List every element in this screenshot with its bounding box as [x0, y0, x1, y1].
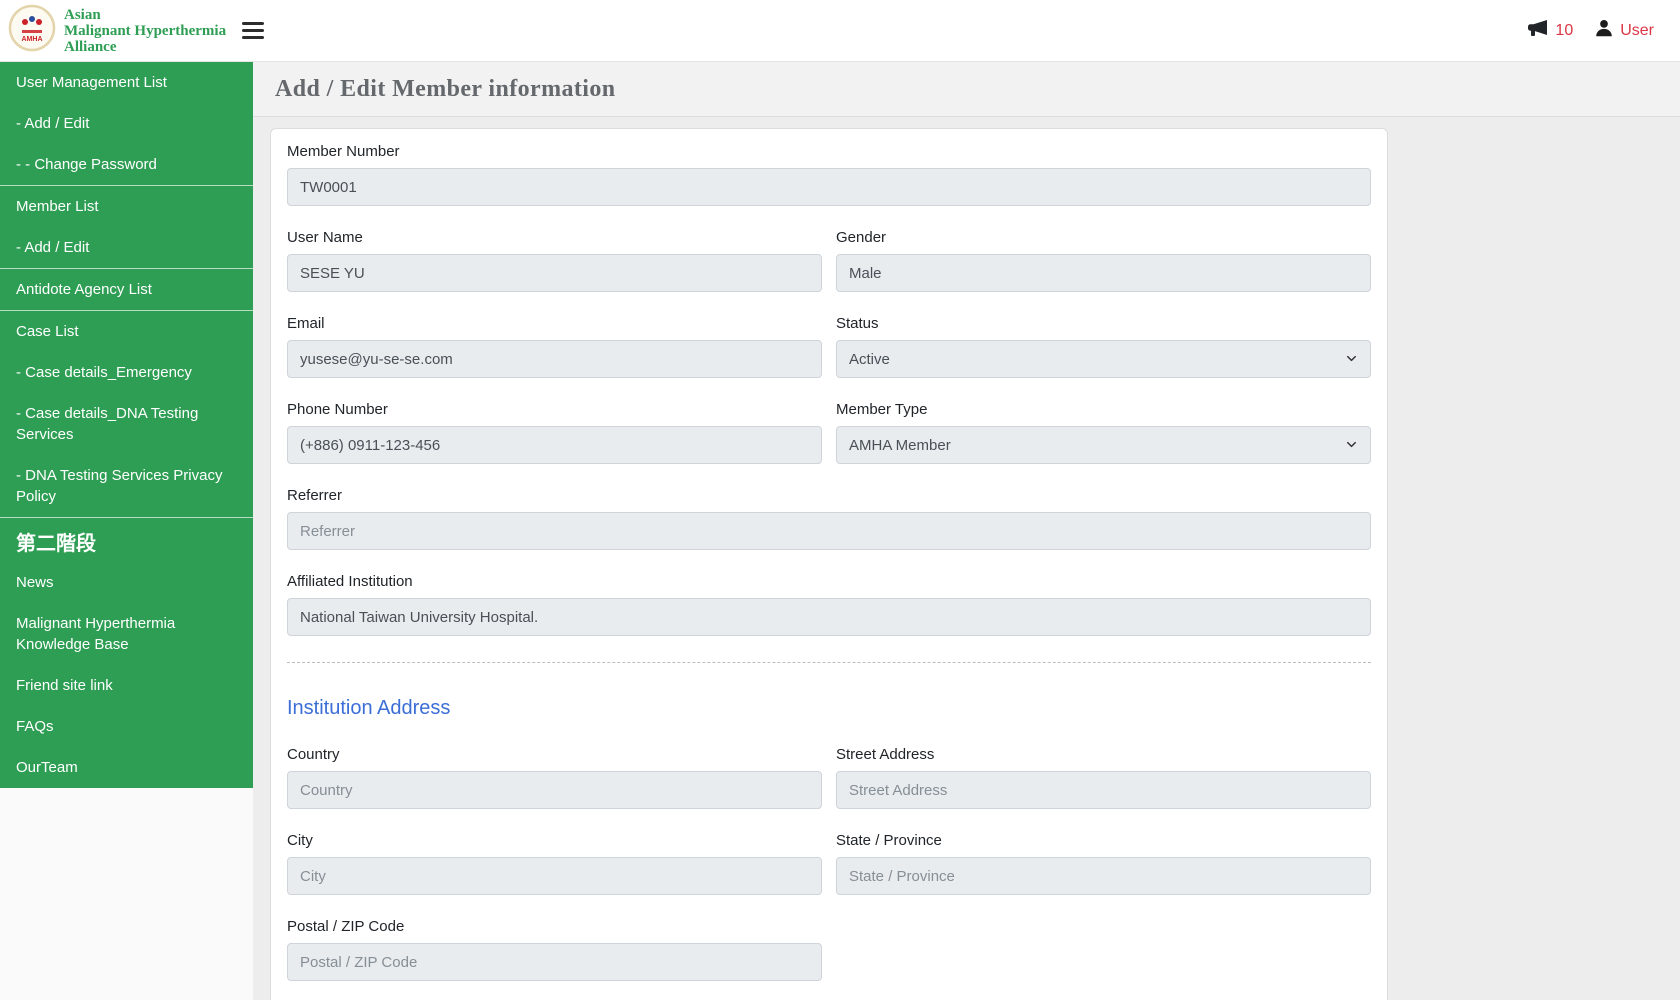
app-header: AMHA Asian Malignant Hyperthermia Allian…: [0, 0, 1680, 62]
phone-label: Phone Number: [287, 401, 388, 418]
notifications-button[interactable]: 10: [1526, 16, 1573, 45]
sidebar-item-ourteam[interactable]: OurTeam: [0, 747, 253, 788]
sidebar-item-case-details-dna-testing[interactable]: - Case details_DNA Testing Services: [0, 393, 253, 455]
member-form-card: Member Number User Name Gender Email Sta…: [270, 128, 1388, 1000]
gender-label: Gender: [836, 229, 887, 246]
sidebar-item-mh-knowledge-base[interactable]: Malignant Hyperthermia Knowledge Base: [0, 603, 253, 665]
sidebar-item-friend-site-link[interactable]: Friend site link: [0, 665, 253, 706]
sidebar-item-case-details-emergency[interactable]: - Case details_Emergency: [0, 352, 253, 393]
affiliated-institution-input[interactable]: [287, 598, 1371, 636]
field-gender: Gender: [836, 229, 1371, 292]
sidebar-item-user-management-list[interactable]: User Management List: [0, 62, 253, 103]
sidebar-item-change-password[interactable]: - - Change Password: [0, 144, 253, 185]
brand-logo-icon: AMHA: [8, 4, 56, 57]
megaphone-icon: [1526, 16, 1550, 45]
member-type-select[interactable]: AMHA Member: [836, 426, 1371, 464]
postal-zip-label: Postal / ZIP Code: [287, 918, 405, 935]
field-referrer: Referrer: [287, 487, 1371, 550]
brand-link[interactable]: AMHA Asian Malignant Hyperthermia Allian…: [0, 4, 226, 57]
sidebar-item-antidote-agency-list[interactable]: Antidote Agency List: [0, 269, 253, 310]
empty-column: [836, 918, 1371, 1000]
field-status: Status Active: [836, 315, 1371, 378]
country-input[interactable]: [287, 771, 822, 809]
brand-title: Asian Malignant Hyperthermia Alliance: [64, 6, 227, 55]
page-titlebar: Add / Edit Member information: [253, 62, 1680, 117]
street-address-label: Street Address: [836, 746, 935, 763]
user-name-label: User Name: [287, 229, 363, 246]
sidebar-section-phase2: 第二階段: [16, 533, 96, 555]
email-label: Email: [287, 315, 325, 332]
user-menu-label: User: [1620, 21, 1654, 39]
country-label: Country: [287, 746, 340, 763]
institution-address-heading: Institution Address: [287, 697, 451, 719]
field-postal-zip: Postal / ZIP Code: [287, 918, 822, 981]
field-state-province: State / Province: [836, 832, 1371, 895]
sidebar-item-member-add-edit[interactable]: - Add / Edit: [0, 227, 253, 268]
sidebar-item-faqs[interactable]: FAQs: [0, 706, 253, 747]
field-city: City: [287, 832, 822, 895]
user-name-input[interactable]: [287, 254, 822, 292]
field-member-type: Member Type AMHA Member: [836, 401, 1371, 464]
field-user-name: User Name: [287, 229, 822, 292]
sidebar-nav: User Management List - Add / Edit - - Ch…: [0, 62, 253, 788]
postal-zip-input[interactable]: [287, 943, 822, 981]
logo-text: AMHA: [22, 36, 43, 43]
member-number-label: Member Number: [287, 143, 400, 160]
field-email: Email: [287, 315, 822, 378]
referrer-input[interactable]: [287, 512, 1371, 550]
field-member-number: Member Number: [287, 143, 1371, 206]
notification-count-badge: 10: [1555, 21, 1574, 39]
field-affiliated-institution: Affiliated Institution: [287, 573, 1371, 636]
header-actions: 10 User: [1526, 16, 1680, 45]
state-province-label: State / Province: [836, 832, 942, 849]
status-label: Status: [836, 315, 879, 332]
main-content: Add / Edit Member information Member Num…: [253, 62, 1680, 1000]
section-divider: [287, 662, 1371, 663]
user-menu-button[interactable]: User: [1593, 17, 1654, 44]
sidebar-item-case-list[interactable]: Case List: [0, 311, 253, 352]
state-province-input[interactable]: [836, 857, 1371, 895]
field-country: Country: [287, 746, 822, 809]
street-address-input[interactable]: [836, 771, 1371, 809]
affiliated-institution-label: Affiliated Institution: [287, 573, 413, 590]
email-input[interactable]: [287, 340, 822, 378]
sidebar-item-member-list[interactable]: Member List: [0, 186, 253, 227]
member-type-label: Member Type: [836, 401, 928, 418]
city-label: City: [287, 832, 313, 849]
menu-toggle-button[interactable]: [242, 21, 266, 41]
phone-input[interactable]: [287, 426, 822, 464]
user-icon: [1593, 17, 1615, 44]
sidebar-item-dna-privacy-policy[interactable]: - DNA Testing Services Privacy Policy: [0, 455, 253, 517]
page-title: Add / Edit Member information: [275, 75, 616, 102]
member-number-input[interactable]: [287, 168, 1371, 206]
field-street-address: Street Address: [836, 746, 1371, 809]
field-phone: Phone Number: [287, 401, 822, 464]
sidebar-item-user-add-edit[interactable]: - Add / Edit: [0, 103, 253, 144]
city-input[interactable]: [287, 857, 822, 895]
gender-input[interactable]: [836, 254, 1371, 292]
sidebar: User Management List - Add / Edit - - Ch…: [0, 62, 253, 1000]
status-select[interactable]: Active: [836, 340, 1371, 378]
referrer-label: Referrer: [287, 487, 343, 504]
sidebar-item-news[interactable]: News: [0, 562, 253, 603]
